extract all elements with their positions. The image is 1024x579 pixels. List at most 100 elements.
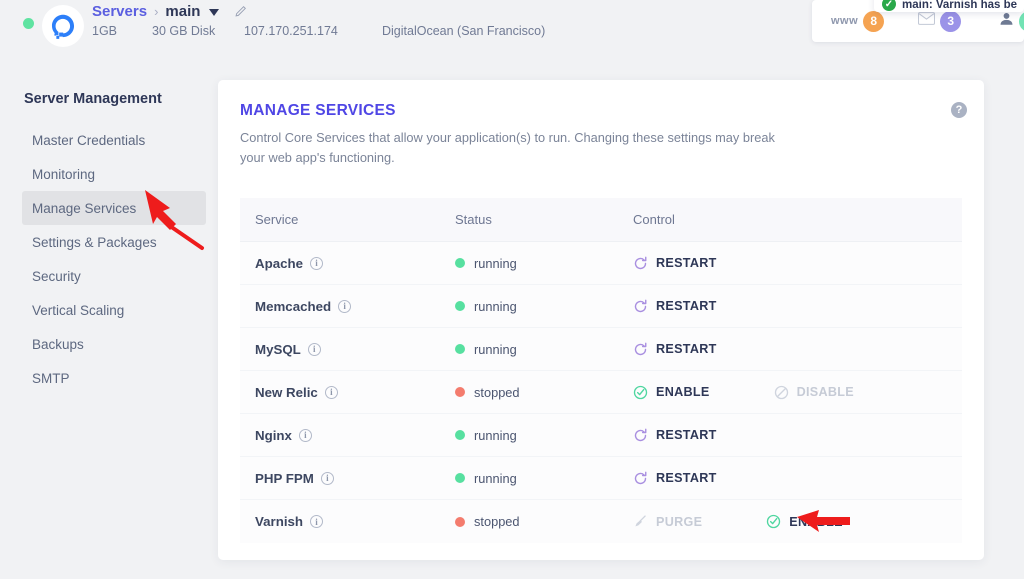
- sidebar-item-security[interactable]: Security: [22, 259, 206, 293]
- sidebar-item-settings-packages[interactable]: Settings & Packages: [22, 225, 206, 259]
- services-table: Service Status Control ApacheirunningRES…: [240, 198, 962, 543]
- restart-icon: [633, 342, 648, 357]
- action-label: RESTART: [656, 299, 717, 313]
- table-row: Varnish i stopped PURGE ENABLE: [240, 500, 962, 543]
- status-cell: running: [455, 471, 633, 486]
- restart-button[interactable]: RESTART: [633, 256, 717, 271]
- info-icon[interactable]: i: [310, 515, 323, 528]
- info-icon[interactable]: i: [338, 300, 351, 313]
- action-label: RESTART: [656, 471, 717, 485]
- pencil-icon[interactable]: [234, 5, 247, 18]
- enable-button[interactable]: ENABLE: [633, 385, 710, 400]
- restart-icon: [633, 299, 648, 314]
- sidebar-item-label: Settings & Packages: [32, 235, 157, 250]
- restart-button[interactable]: RESTART: [633, 342, 717, 357]
- control-cell: PURGE ENABLE: [633, 514, 962, 529]
- info-icon[interactable]: i: [299, 429, 312, 442]
- toast-message: main: Varnish has be: [902, 0, 1017, 11]
- info-icon[interactable]: i: [308, 343, 321, 356]
- status-cell: stopped: [455, 514, 633, 529]
- question-mark-icon[interactable]: ?: [951, 102, 967, 118]
- control-cell: RESTART: [633, 342, 962, 357]
- server-ip: 107.170.251.174: [244, 24, 382, 38]
- envelope-icon: [918, 12, 935, 30]
- purge-button: PURGE: [633, 514, 702, 529]
- breadcrumb-servers-link[interactable]: Servers: [92, 3, 147, 20]
- service-name: Apache: [255, 256, 303, 271]
- action-label: RESTART: [656, 428, 717, 442]
- table-row: Memcached i running RESTART: [240, 285, 962, 328]
- control-cell: RESTART: [633, 299, 962, 314]
- action-label: RESTART: [656, 342, 717, 356]
- restart-icon: [633, 256, 648, 271]
- action-label: DISABLE: [797, 385, 854, 399]
- sidebar-item-manage-services[interactable]: Manage Services: [22, 191, 206, 225]
- status-badge: stopped: [474, 385, 520, 400]
- table-row: MySQLirunningRESTART: [240, 328, 962, 371]
- users-count-badge: 0: [1019, 11, 1024, 32]
- restart-button[interactable]: RESTART: [633, 471, 717, 486]
- broom-icon: [633, 514, 648, 529]
- badge-www[interactable]: www 8: [831, 11, 884, 32]
- chevron-down-icon[interactable]: [209, 9, 219, 16]
- status-badge: running: [474, 342, 517, 357]
- mail-count-badge: 3: [940, 11, 961, 32]
- status-dot-stopped: [455, 517, 465, 527]
- info-icon[interactable]: i: [310, 257, 323, 270]
- server-meta: 1GB 30 GB Disk 107.170.251.174 DigitalOc…: [92, 24, 545, 38]
- ban-circle-icon: [774, 385, 789, 400]
- top-bar: Servers › main 1GB 30 GB Disk 107.170.25…: [0, 0, 1024, 55]
- table-row: Nginxi running RESTART: [240, 414, 962, 457]
- table-row: New RelicistoppedENABLEDISABLE: [240, 371, 962, 414]
- status-dot-stopped: [455, 387, 465, 397]
- sidebar-item-label: Monitoring: [32, 167, 95, 182]
- restart-button[interactable]: RESTART: [633, 428, 717, 443]
- sidebar-item-backups[interactable]: Backups: [22, 327, 206, 361]
- status-badge: running: [474, 428, 517, 443]
- service-cell: Memcached i: [240, 299, 455, 314]
- sidebar: Server Management Master Credentials Moni…: [0, 55, 206, 579]
- control-cell: ENABLE DISABLE: [633, 385, 962, 400]
- service-name: Varnish: [255, 514, 303, 529]
- action-label: ENABLE: [789, 515, 843, 529]
- sidebar-item-master-credentials[interactable]: Master Credentials: [22, 123, 206, 157]
- service-name: PHP FPM: [255, 471, 314, 486]
- badge-users[interactable]: 0: [999, 11, 1024, 32]
- table-row: PHP FPM i running RESTART: [240, 457, 962, 500]
- sidebar-item-label: Vertical Scaling: [32, 303, 124, 318]
- service-cell: Nginxi: [240, 428, 455, 443]
- status-badge: stopped: [474, 514, 520, 529]
- restart-button[interactable]: RESTART: [633, 299, 717, 314]
- info-icon[interactable]: i: [325, 386, 338, 399]
- status-badge: running: [474, 256, 517, 271]
- status-dot-running: [455, 258, 465, 268]
- service-name: Nginx: [255, 428, 292, 443]
- sidebar-item-label: SMTP: [32, 371, 70, 386]
- breadcrumb-current-server[interactable]: main: [165, 3, 200, 20]
- www-icon: www: [831, 15, 858, 27]
- column-header-control: Control: [633, 212, 962, 227]
- www-count-badge: 8: [863, 11, 884, 32]
- sidebar-item-label: Master Credentials: [32, 133, 145, 148]
- service-cell: Varnish i: [240, 514, 455, 529]
- sidebar-item-smtp[interactable]: SMTP: [22, 361, 206, 395]
- status-cell: running: [455, 256, 633, 271]
- badge-mail[interactable]: 3: [918, 11, 961, 32]
- enable-button[interactable]: ENABLE: [766, 514, 843, 529]
- action-label: PURGE: [656, 515, 702, 529]
- table-body: ApacheirunningRESTARTMemcachedirunningRE…: [240, 242, 962, 543]
- toast-notification[interactable]: ✓ main: Varnish has be: [874, 0, 1024, 12]
- info-icon[interactable]: i: [321, 472, 334, 485]
- service-cell: PHP FPM i: [240, 471, 455, 486]
- manage-services-panel: MANAGE SERVICES Control Core Services th…: [218, 80, 984, 560]
- panel-description: Control Core Services that allow your ap…: [240, 128, 780, 169]
- control-cell: RESTART: [633, 256, 962, 271]
- status-cell: running: [455, 299, 633, 314]
- sidebar-item-vertical-scaling[interactable]: Vertical Scaling: [22, 293, 206, 327]
- sidebar-item-monitoring[interactable]: Monitoring: [22, 157, 206, 191]
- sidebar-title: Server Management: [24, 91, 162, 107]
- server-provider: DigitalOcean (San Francisco): [382, 24, 545, 38]
- status-cell: stopped: [455, 385, 633, 400]
- service-name: Memcached: [255, 299, 331, 314]
- column-header-service: Service: [240, 212, 455, 227]
